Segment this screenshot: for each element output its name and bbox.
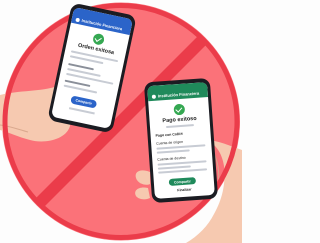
right-phone: Institución Financiera Pago exitoso Pago… [143, 77, 219, 204]
bank-logo-icon [151, 94, 157, 99]
finish-link[interactable]: Finalizar [154, 186, 214, 194]
right-app-header: Institución Financiera [147, 82, 209, 102]
check-circle-icon [91, 32, 105, 46]
right-phone-screen: Institución Financiera Pago exitoso Pago… [147, 82, 215, 199]
bank-logo-icon [75, 17, 81, 23]
placeholder-line [68, 107, 95, 115]
placeholder-line [63, 84, 98, 94]
left-share-button[interactable]: Compartir [70, 95, 98, 109]
left-app-name: Institución Financiera [81, 17, 123, 32]
right-phone-title: Pago exitoso [162, 115, 197, 125]
check-circle-icon [172, 103, 185, 116]
payment-method-label: Pago con CoDi® [155, 131, 184, 138]
right-share-button[interactable]: Compartir [168, 177, 197, 186]
right-app-name: Institución Financiera [157, 90, 200, 99]
placeholder-line [165, 124, 195, 129]
prohibition-illustration: Institución Financiera Orden exitosa Com… [0, 0, 242, 243]
placeholder-line [156, 149, 190, 154]
